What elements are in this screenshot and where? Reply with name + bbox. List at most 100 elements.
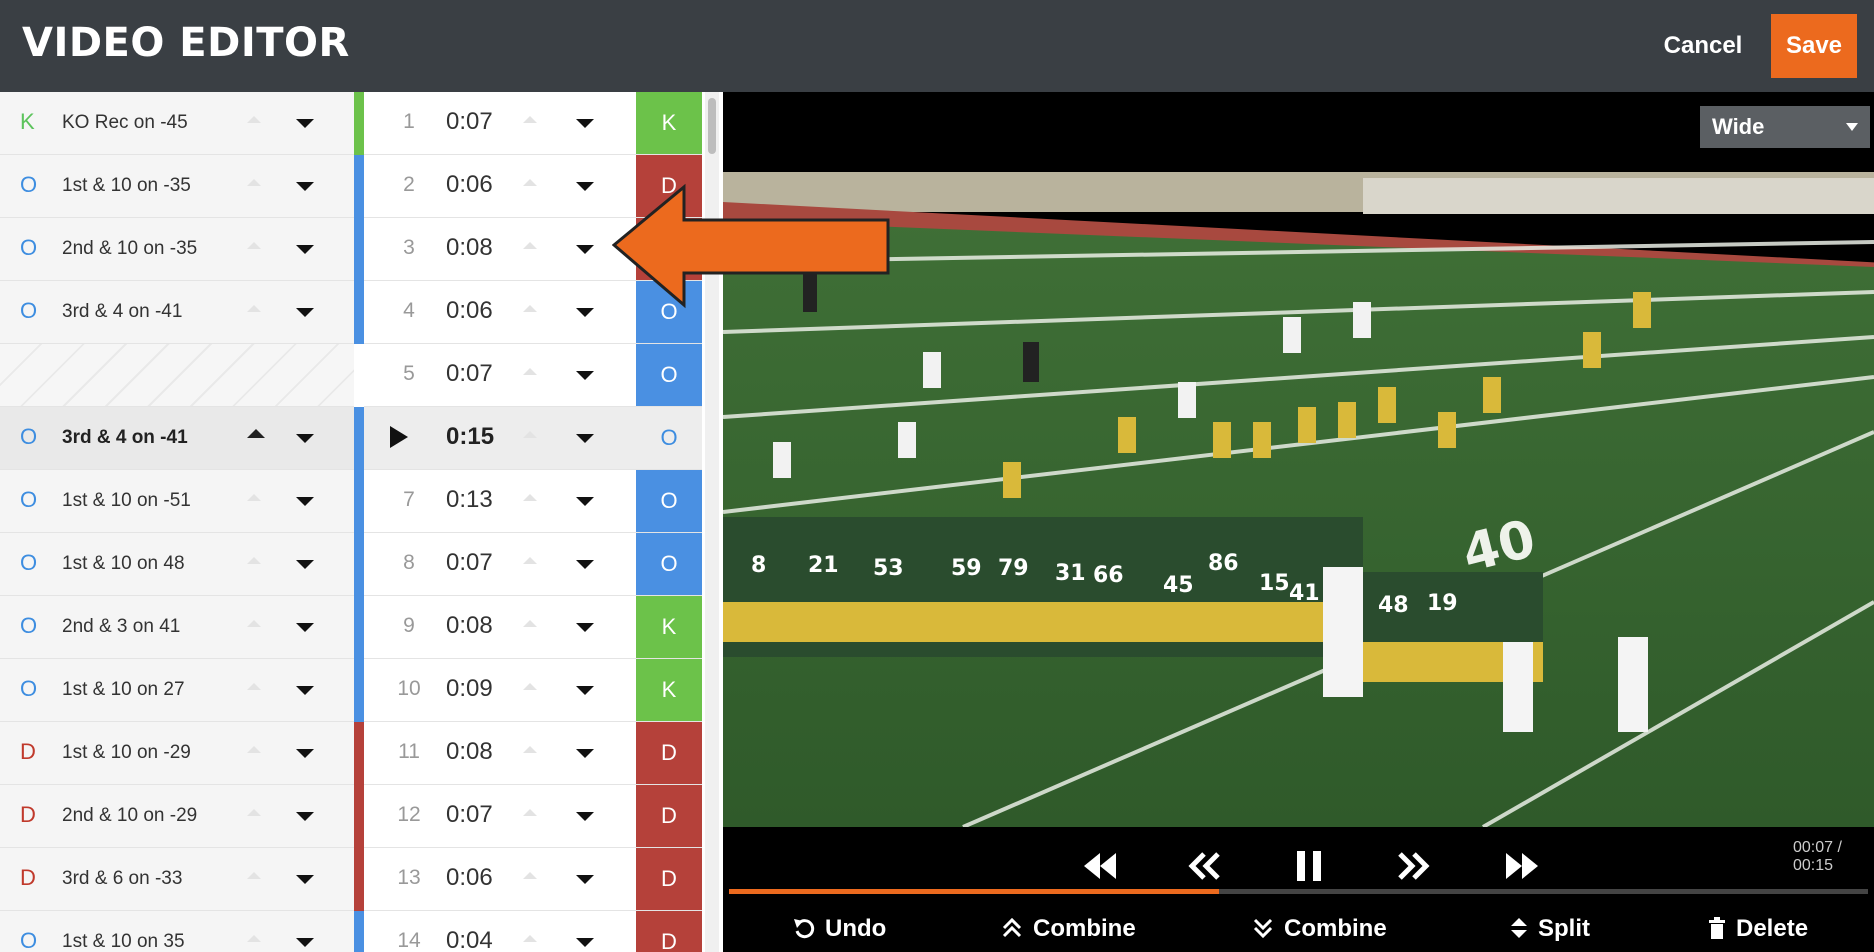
dropdown-icon[interactable] bbox=[296, 119, 314, 128]
play-row[interactable]: O 3rd & 4 on -41 4 0:06 O bbox=[0, 281, 702, 344]
move-up-icon[interactable] bbox=[523, 179, 537, 186]
video-frame[interactable]: 30 40 8 21 53 59 79 bbox=[723, 172, 1874, 827]
dropdown-icon[interactable] bbox=[576, 875, 594, 884]
move-up-icon[interactable] bbox=[247, 494, 261, 501]
play-clip-cell[interactable]: 4 0:06 bbox=[364, 281, 636, 343]
view-select[interactable]: Wide bbox=[1700, 106, 1870, 148]
play-row[interactable]: O 2nd & 3 on 41 9 0:08 K bbox=[0, 596, 702, 659]
odk-badge[interactable]: K bbox=[636, 92, 702, 154]
dropdown-icon[interactable] bbox=[296, 308, 314, 317]
odk-badge[interactable]: K bbox=[636, 596, 702, 658]
progress-bar[interactable] bbox=[729, 889, 1868, 894]
odk-badge[interactable]: O bbox=[636, 470, 702, 532]
move-up-icon[interactable] bbox=[247, 683, 261, 690]
move-up-icon[interactable] bbox=[523, 557, 537, 564]
play-clip-cell[interactable]: 9 0:08 bbox=[364, 596, 636, 658]
move-up-icon[interactable] bbox=[523, 872, 537, 879]
play-down-cell[interactable]: D 1st & 10 on -29 bbox=[0, 722, 354, 784]
odk-badge[interactable]: D bbox=[636, 722, 702, 784]
play-down-cell[interactable]: O 1st & 10 on -35 bbox=[0, 155, 354, 217]
move-up-icon[interactable] bbox=[247, 746, 261, 753]
delete-button[interactable]: Delete bbox=[1708, 915, 1808, 943]
play-clip-cell[interactable]: 10 0:09 bbox=[364, 659, 636, 721]
move-up-icon[interactable] bbox=[523, 809, 537, 816]
move-up-icon[interactable] bbox=[247, 809, 261, 816]
move-up-icon[interactable] bbox=[523, 368, 537, 375]
odk-badge[interactable]: O bbox=[636, 344, 702, 406]
play-clip-cell[interactable]: 13 0:06 bbox=[364, 848, 636, 910]
play-row[interactable]: O 3rd & 4 on -41 0:15 O bbox=[0, 407, 702, 470]
play-row[interactable]: O2nd & 10 on -3530:08D bbox=[0, 218, 702, 281]
rewind-icon[interactable] bbox=[1080, 849, 1120, 883]
dropdown-icon[interactable] bbox=[576, 623, 594, 632]
play-down-cell[interactable]: O 1st & 10 on 27 bbox=[0, 659, 354, 721]
play-down-cell[interactable]: D 2nd & 10 on -29 bbox=[0, 785, 354, 847]
play-row[interactable]: K KO Rec on -45 1 0:07 K bbox=[0, 92, 702, 155]
play-down-cell[interactable]: D 3rd & 6 on -33 bbox=[0, 848, 354, 910]
dropdown-icon[interactable] bbox=[576, 308, 594, 317]
move-up-icon[interactable] bbox=[523, 935, 537, 942]
play-clip-cell[interactable]: 8 0:07 bbox=[364, 533, 636, 595]
step-forward-icon[interactable] bbox=[1394, 849, 1434, 883]
split-button[interactable]: Split bbox=[1510, 915, 1590, 943]
move-up-icon[interactable] bbox=[247, 305, 261, 312]
play-down-cell[interactable]: O 2nd & 10 on -35 bbox=[0, 218, 354, 280]
dropdown-icon[interactable] bbox=[576, 371, 594, 380]
odk-badge[interactable]: D bbox=[636, 848, 702, 910]
play-down-cell[interactable]: O 1st & 10 on 48 bbox=[0, 533, 354, 595]
play-clip-cell[interactable]: 7 0:13 bbox=[364, 470, 636, 532]
scrollbar-thumb[interactable] bbox=[708, 98, 716, 154]
combine-down-button[interactable]: Combine bbox=[1252, 915, 1387, 943]
play-down-cell[interactable]: O 2nd & 3 on 41 bbox=[0, 596, 354, 658]
move-up-icon[interactable] bbox=[247, 935, 261, 942]
undo-button[interactable]: Undo bbox=[793, 915, 886, 943]
dropdown-icon[interactable] bbox=[296, 560, 314, 569]
dropdown-icon[interactable] bbox=[576, 182, 594, 191]
dropdown-icon[interactable] bbox=[576, 434, 594, 443]
move-up-icon[interactable] bbox=[523, 305, 537, 312]
dropdown-icon[interactable] bbox=[576, 560, 594, 569]
move-up-icon[interactable] bbox=[523, 242, 537, 249]
dropdown-icon[interactable] bbox=[296, 182, 314, 191]
dropdown-icon[interactable] bbox=[296, 749, 314, 758]
move-up-icon[interactable] bbox=[247, 557, 261, 564]
play-clip-cell[interactable]: 0:15 bbox=[364, 407, 636, 469]
step-back-icon[interactable] bbox=[1184, 849, 1224, 883]
play-row[interactable]: O 1st & 10 on 48 8 0:07 O bbox=[0, 533, 702, 596]
move-up-icon[interactable] bbox=[247, 872, 261, 879]
dropdown-icon[interactable] bbox=[576, 119, 594, 128]
move-up-icon[interactable] bbox=[523, 431, 537, 438]
odk-badge[interactable]: O bbox=[636, 407, 702, 469]
fast-forward-icon[interactable] bbox=[1502, 849, 1542, 883]
play-row[interactable]: D 2nd & 10 on -29 12 0:07 D bbox=[0, 785, 702, 848]
move-up-icon[interactable] bbox=[247, 116, 261, 123]
dropdown-icon[interactable] bbox=[296, 623, 314, 632]
play-row[interactable]: D 3rd & 6 on -33 13 0:06 D bbox=[0, 848, 702, 911]
dropdown-icon[interactable] bbox=[576, 749, 594, 758]
play-down-cell[interactable]: O 3rd & 4 on -41 bbox=[0, 407, 354, 469]
play-clip-cell[interactable]: 5 0:07 bbox=[364, 344, 636, 406]
odk-badge[interactable]: O bbox=[636, 533, 702, 595]
move-up-icon[interactable] bbox=[523, 116, 537, 123]
move-up-icon[interactable] bbox=[523, 746, 537, 753]
move-up-icon[interactable] bbox=[247, 242, 261, 249]
dropdown-icon[interactable] bbox=[296, 686, 314, 695]
save-button[interactable]: Save bbox=[1771, 14, 1857, 78]
play-down-cell[interactable]: O 1st & 10 on -51 bbox=[0, 470, 354, 532]
dropdown-icon[interactable] bbox=[576, 938, 594, 947]
odk-badge[interactable]: K bbox=[636, 659, 702, 721]
move-up-icon[interactable] bbox=[247, 179, 261, 186]
play-clip-cell[interactable]: 14 0:04 bbox=[364, 911, 636, 952]
dropdown-icon[interactable] bbox=[576, 245, 594, 254]
combine-up-button[interactable]: Combine bbox=[1001, 915, 1136, 943]
move-up-icon[interactable] bbox=[523, 494, 537, 501]
dropdown-icon[interactable] bbox=[296, 245, 314, 254]
play-clip-cell[interactable]: 2 0:06 bbox=[364, 155, 636, 217]
play-clip-cell[interactable]: 11 0:08 bbox=[364, 722, 636, 784]
move-up-icon[interactable] bbox=[247, 620, 261, 627]
play-row[interactable]: 5 0:07 O bbox=[0, 344, 702, 407]
play-down-cell[interactable]: O 3rd & 4 on -41 bbox=[0, 281, 354, 343]
play-clip-cell[interactable]: 3 0:08 bbox=[364, 218, 636, 280]
play-row[interactable]: O 1st & 10 on 27 10 0:09 K bbox=[0, 659, 702, 722]
play-clip-cell[interactable]: 12 0:07 bbox=[364, 785, 636, 847]
